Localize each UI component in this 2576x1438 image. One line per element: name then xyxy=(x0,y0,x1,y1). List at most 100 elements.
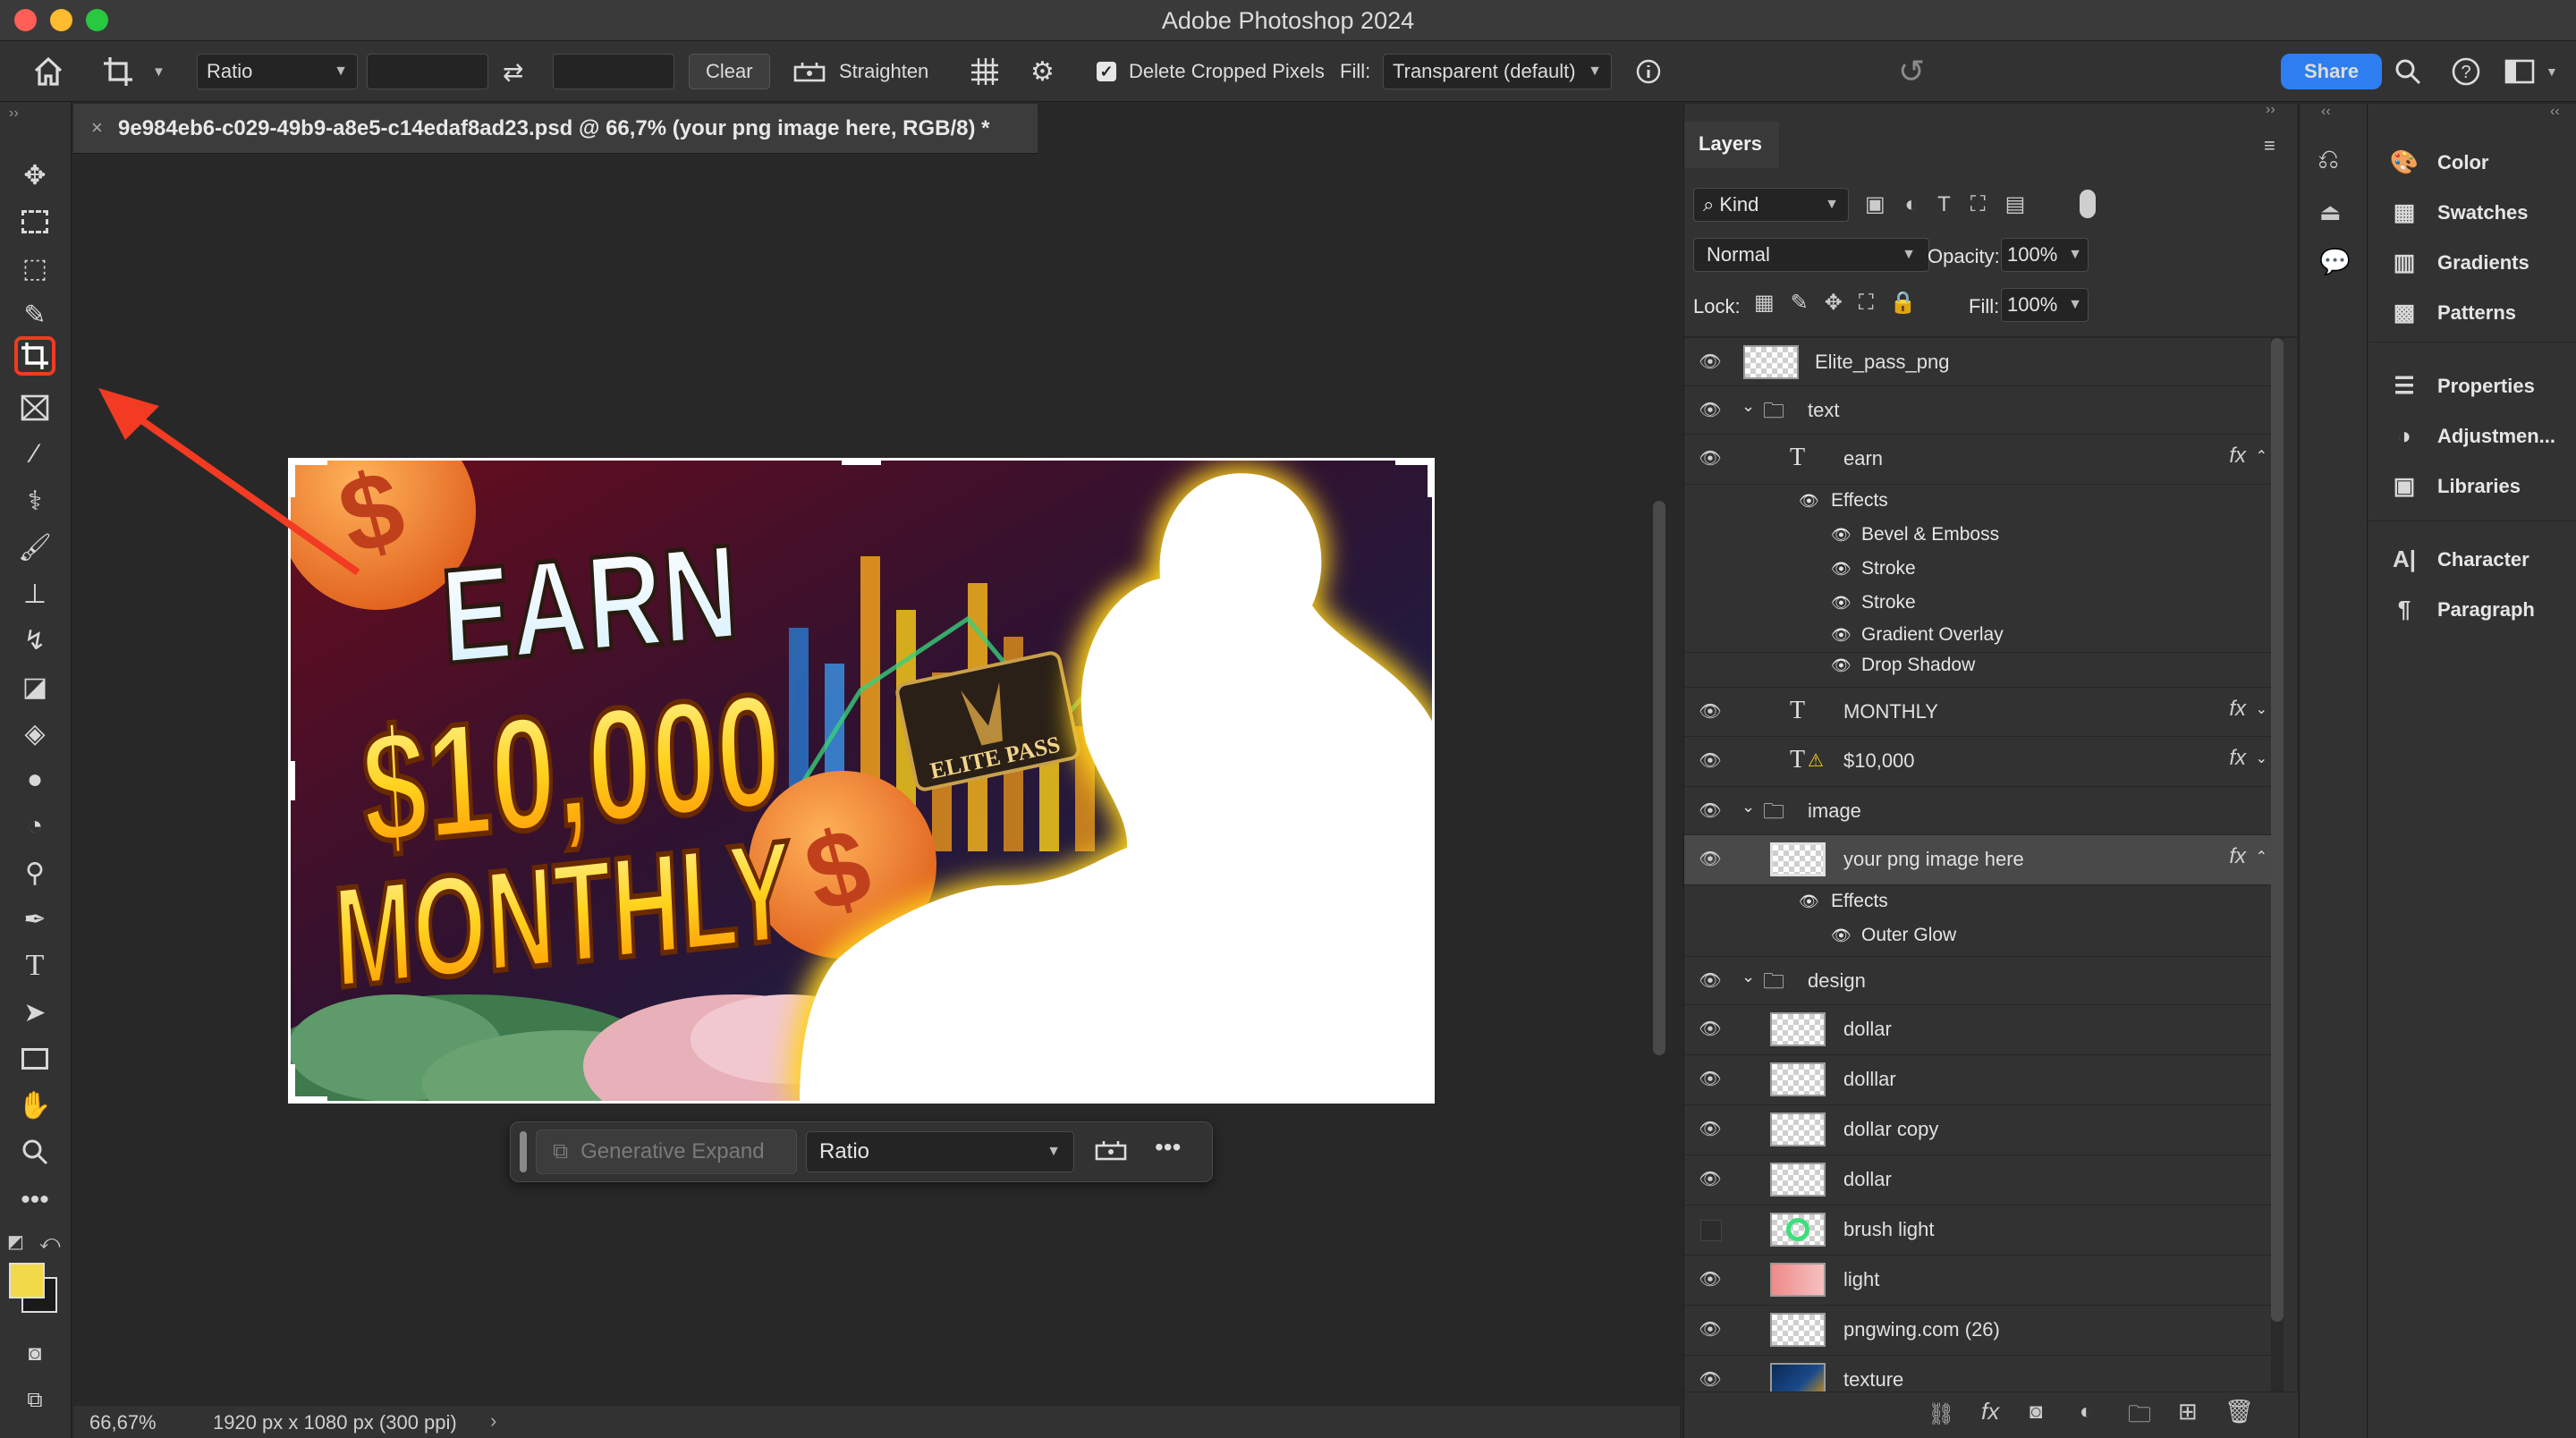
crop-handle[interactable] xyxy=(288,761,295,800)
crop-handle[interactable] xyxy=(1428,1064,1435,1104)
default-colors-icon[interactable]: ◩ xyxy=(7,1231,24,1253)
layer-row[interactable]: 👁 T MONTHLY fx ⌄ xyxy=(1684,687,2273,737)
eyedropper-icon[interactable]: ⁄ xyxy=(14,435,55,474)
new-layer-icon[interactable]: ⊞ xyxy=(2178,1398,2198,1425)
rectangle-tool-icon[interactable] xyxy=(14,1039,55,1078)
actions-icon[interactable]: ⏏ xyxy=(2319,199,2342,226)
eye-icon[interactable]: 👁 xyxy=(1831,560,1852,579)
panel-color[interactable]: 🎨 Color xyxy=(2389,148,2489,176)
share-button[interactable]: Share xyxy=(2281,54,2383,89)
mask-icon[interactable]: ◙ xyxy=(2029,1400,2043,1425)
quick-mask-icon[interactable]: ◙ xyxy=(14,1334,55,1374)
zoom-tool-icon[interactable] xyxy=(14,1132,55,1172)
folder-icon[interactable]: 🗀 xyxy=(2128,1398,2151,1437)
panel-menu-icon[interactable]: ≡ xyxy=(2264,134,2275,157)
chevron-down-icon[interactable]: ⌄ xyxy=(1741,397,1755,416)
ratio-select[interactable]: Ratio ▼ xyxy=(197,54,358,89)
generative-expand-button[interactable]: ⧉ Generative Expand xyxy=(536,1129,797,1174)
collapse-panel-icon[interactable]: ‹‹ xyxy=(2550,104,2560,120)
layer-row[interactable]: 👁 dolllar xyxy=(1684,1055,2273,1105)
panel-paragraph[interactable]: ¶ Paragraph xyxy=(2389,596,2535,623)
chevron-down-icon[interactable]: ⌄ xyxy=(1741,798,1755,816)
layers-scrollbar[interactable] xyxy=(2271,338,2284,1411)
eye-icon[interactable]: 👁 xyxy=(1697,749,1724,772)
crop-handle[interactable] xyxy=(842,458,881,465)
filter-icons[interactable]: ▣◐T⛶▤ xyxy=(1865,191,2045,217)
paint-bucket-icon[interactable]: ◈ xyxy=(14,714,55,753)
eye-icon[interactable]: 👁 xyxy=(1697,1068,1724,1090)
crop-handle[interactable] xyxy=(1428,458,1435,497)
eye-icon[interactable]: 👁 xyxy=(1697,1268,1724,1290)
reset-icon[interactable]: ↺ xyxy=(1898,53,1925,89)
panel-swatches[interactable]: ▦ Swatches xyxy=(2389,199,2529,226)
layer-row[interactable]: 👁 dollar xyxy=(1684,1155,2273,1205)
effect-name[interactable]: Stroke xyxy=(1861,558,1916,579)
layer-row[interactable]: 👁 pngwing.com (26) xyxy=(1684,1306,2273,1356)
blur-tool-icon[interactable]: ● xyxy=(14,760,55,799)
eye-icon[interactable]: 👁 xyxy=(1697,1168,1724,1190)
ratio-width-input[interactable] xyxy=(367,54,488,89)
collapse-panel-icon[interactable]: ‹‹ xyxy=(2321,104,2331,120)
panel-libraries[interactable]: ▣ Libraries xyxy=(2389,472,2521,500)
pen-tool-icon[interactable]: ✒ xyxy=(14,900,55,939)
eye-icon[interactable]: 👁 xyxy=(1697,399,1724,421)
eye-icon[interactable]: 👁 xyxy=(1697,447,1724,469)
vertical-scrollbar[interactable] xyxy=(1653,501,1665,1055)
eye-icon[interactable]: 👁 xyxy=(1697,969,1724,992)
panel-adjustments[interactable]: ◑ Adjustmen... xyxy=(2389,422,2555,450)
chevron-up-icon[interactable]: ⌃ xyxy=(2256,447,2267,465)
history-brush-icon[interactable]: ↯ xyxy=(14,621,55,660)
layer-row[interactable]: 👁 T ⚠ $10,000 fx ⌄ xyxy=(1684,737,2273,787)
chevron-right-icon[interactable]: › xyxy=(490,1409,496,1433)
panel-gradients[interactable]: ▥ Gradients xyxy=(2389,249,2529,276)
layer-row-selected[interactable]: 👁 your png image here fx ⌃ xyxy=(1684,835,2273,885)
chevron-down-icon[interactable]: ⌄ xyxy=(2256,749,2267,767)
blend-mode-select[interactable]: Normal ▼ xyxy=(1693,238,1929,272)
effect-name[interactable]: Gradient Overlay xyxy=(1861,624,2004,646)
panel-patterns[interactable]: ▩ Patterns xyxy=(2389,299,2516,326)
lock-icons[interactable]: ▦✎✥⛶🔒 xyxy=(1754,290,1933,316)
clone-stamp-icon[interactable]: ⊥ xyxy=(14,574,55,613)
straighten-button[interactable]: Straighten xyxy=(792,54,928,89)
layer-group-row[interactable]: 👁 ⌄ 🗀 image xyxy=(1684,787,2273,835)
eye-icon[interactable]: 👁 xyxy=(1697,1018,1724,1040)
history-icon[interactable]: ⎌ xyxy=(2318,145,2339,175)
crop-preset-icon[interactable]: ▼ xyxy=(102,54,165,89)
layer-group-row[interactable]: 👁 ⌄ 🗀 text xyxy=(1684,386,2273,435)
layer-group-row[interactable]: 👁 ⌄ 🗀 design xyxy=(1684,957,2273,1005)
crop-border[interactable] xyxy=(288,458,1435,1104)
filter-toggle[interactable] xyxy=(2080,190,2096,218)
link-icon[interactable]: ⛓ xyxy=(1928,1401,1954,1427)
fill-select[interactable]: Transparent (default) ▼ xyxy=(1383,54,1612,89)
info-icon[interactable] xyxy=(1635,54,1662,89)
crop-handle[interactable] xyxy=(1428,761,1435,800)
object-selection-tool-icon[interactable]: ⬚ xyxy=(14,249,55,288)
comments-icon[interactable]: 💬 xyxy=(2319,247,2351,276)
fx-icon[interactable]: fx xyxy=(2229,844,2246,869)
fx-icon[interactable]: fx xyxy=(2229,746,2246,771)
effect-name[interactable]: Stroke xyxy=(1861,592,1916,613)
hand-tool-icon[interactable]: ✋ xyxy=(14,1086,55,1125)
clear-button[interactable]: Clear xyxy=(689,54,770,89)
panel-properties[interactable]: ☰ Properties xyxy=(2389,372,2534,400)
frame-tool-icon[interactable] xyxy=(14,388,55,427)
task-bar-ratio-select[interactable]: Ratio ▼ xyxy=(806,1131,1074,1172)
close-icon[interactable]: × xyxy=(91,116,103,140)
grid-overlay-icon[interactable] xyxy=(970,54,1000,89)
swap-icon[interactable]: ⇄ xyxy=(503,54,523,89)
search-icon[interactable] xyxy=(2394,54,2422,89)
chevron-down-icon[interactable]: ⌄ xyxy=(2256,700,2267,718)
hidden-visibility-box[interactable] xyxy=(1700,1220,1722,1241)
eye-icon[interactable]: 👁 xyxy=(1799,892,1819,911)
eye-icon[interactable]: 👁 xyxy=(1831,926,1852,945)
ratio-height-input[interactable] xyxy=(553,54,674,89)
eye-icon[interactable]: 👁 xyxy=(1697,1118,1724,1140)
healing-brush-icon[interactable]: ⚕ xyxy=(14,481,55,520)
effect-row[interactable]: 👁 Drop Shadow xyxy=(1684,653,2273,687)
home-icon[interactable] xyxy=(32,54,64,89)
help-icon[interactable]: ? xyxy=(2451,54,2481,89)
workspace-icon[interactable]: ▼ xyxy=(2504,54,2558,89)
layer-row[interactable]: 👁 Elite_pass_png xyxy=(1684,338,2273,386)
marquee-tool-icon[interactable] xyxy=(14,202,55,241)
swap-colors-icon[interactable]: ⤺ xyxy=(39,1231,61,1254)
